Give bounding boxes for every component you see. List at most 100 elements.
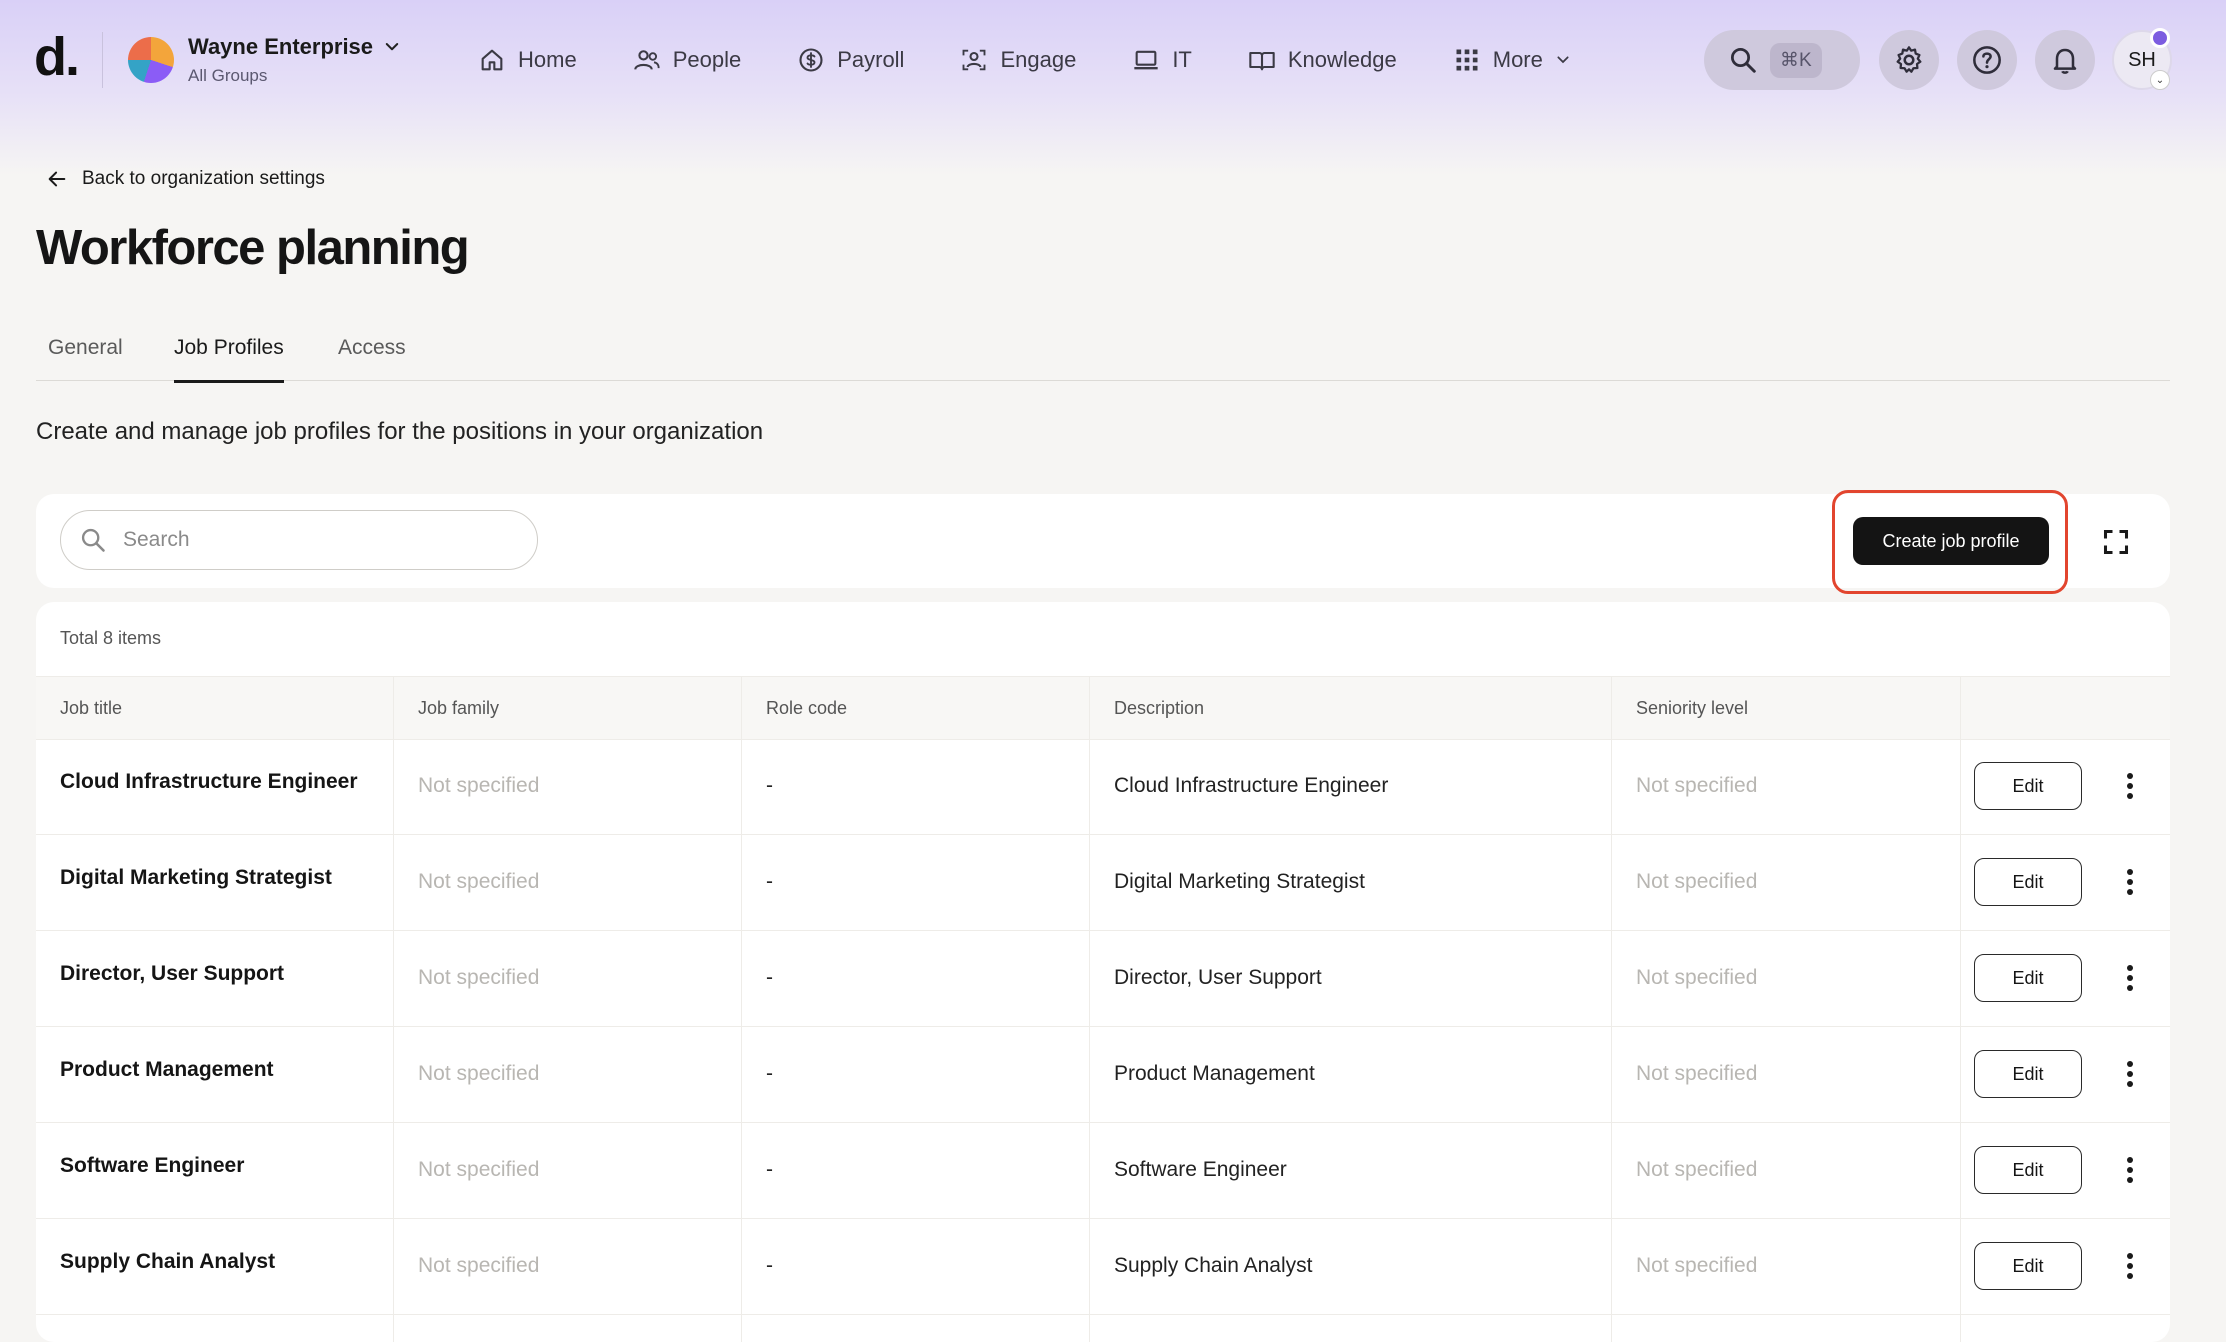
home-icon: [481, 49, 503, 71]
search-icon: [1731, 48, 1756, 73]
nav-label: Engage: [1000, 47, 1077, 72]
role-code-cell: -: [766, 1254, 773, 1277]
edit-button[interactable]: Edit: [1974, 1146, 2082, 1194]
page-title: Workforce planning: [36, 221, 470, 275]
role-code-cell: -: [766, 774, 773, 797]
nav-label: People: [672, 47, 742, 72]
job-family-cell: Not specified: [418, 966, 540, 989]
top-navigation-bar: [0, 0, 2226, 175]
tab-bar: General Job Profiles Access: [36, 330, 2170, 383]
search-shortcut: ⌘K: [1770, 42, 1822, 78]
seniority-cell: Not specified: [1636, 870, 1758, 893]
edit-button[interactable]: Edit: [1974, 762, 2082, 810]
table-row: Product Management Not specified - Produ…: [36, 1026, 2170, 1123]
job-family-cell: Not specified: [418, 1062, 540, 1085]
search-icon: [81, 528, 105, 552]
chevron-down-icon: [1557, 56, 1569, 64]
job-title-cell: Product Management: [60, 1058, 274, 1081]
more-options-icon[interactable]: [2126, 772, 2134, 800]
edit-button[interactable]: Edit: [1974, 1050, 2082, 1098]
table-row: Supply Chain Analyst Not specified - Sup…: [36, 1218, 2170, 1315]
more-options-icon[interactable]: [2126, 964, 2134, 992]
tab-access[interactable]: Access: [338, 336, 406, 380]
nav-item-payroll[interactable]: Payroll: [797, 42, 904, 78]
more-options-icon[interactable]: [2126, 1156, 2134, 1184]
tab-general[interactable]: General: [48, 336, 123, 380]
help-button[interactable]: [1957, 30, 2017, 90]
description-cell: Supply Chain Analyst: [1114, 1254, 1313, 1277]
status-dot: [2150, 28, 2170, 48]
grid-icon: [1456, 49, 1478, 71]
nav-label: More: [1492, 47, 1543, 72]
role-code-cell: -: [766, 966, 773, 989]
main-nav: Home People Payroll Engage IT Knowledge …: [478, 42, 1627, 78]
nav-item-home[interactable]: Home: [478, 42, 577, 78]
description-cell: Digital Marketing Strategist: [1114, 870, 1365, 893]
more-options-icon[interactable]: [2126, 868, 2134, 896]
book-icon: [1249, 51, 1275, 71]
back-link[interactable]: Back to organization settings: [46, 168, 325, 190]
description-cell: Software Engineer: [1114, 1158, 1287, 1181]
dollar-icon: [799, 48, 823, 72]
org-switcher[interactable]: Wayne Enterprise All Groups: [128, 34, 401, 86]
org-group-label: All Groups: [188, 66, 268, 85]
nav-label: Payroll: [837, 47, 905, 72]
page-description: Create and manage job profiles for the p…: [36, 418, 764, 445]
expand-icon[interactable]: [2102, 528, 2130, 556]
table-row: Director, User Support Not specified - D…: [36, 930, 2170, 1027]
more-options-icon[interactable]: [2126, 1060, 2134, 1088]
job-profiles-table: Total 8 items Job title Job family Role …: [36, 602, 2170, 1342]
table-row: Digital Marketing Strategist Not specifi…: [36, 834, 2170, 931]
role-code-cell: -: [766, 870, 773, 893]
org-avatar: [128, 37, 174, 83]
job-title-cell: Director, User Support: [60, 962, 285, 985]
gear-icon: [1896, 46, 1922, 73]
more-options-icon[interactable]: [2126, 1252, 2134, 1280]
nav-label: Home: [518, 47, 577, 72]
table-header: Job title Job family Role code Descripti…: [36, 676, 2170, 740]
job-title-cell: Supply Chain Analyst: [60, 1250, 276, 1273]
help-icon: [1973, 46, 2001, 74]
nav-item-people[interactable]: People: [633, 42, 742, 78]
create-job-profile-button[interactable]: Create job profile: [1853, 517, 2049, 565]
edit-button[interactable]: Edit: [1974, 858, 2082, 906]
job-title-cell: Software Engineer: [60, 1154, 245, 1177]
job-family-cell: Not specified: [418, 1254, 540, 1277]
table-row: Cloud Infrastructure Engineer Not specif…: [36, 738, 2170, 835]
notifications-button[interactable]: [2035, 30, 2095, 90]
back-link-label: Back to organization settings: [82, 168, 325, 189]
chevron-down-icon: ⌄: [2150, 70, 2170, 90]
nav-item-engage[interactable]: Engage: [960, 42, 1076, 78]
job-family-cell: Not specified: [418, 870, 540, 893]
edit-button[interactable]: Edit: [1974, 954, 2082, 1002]
role-code-cell: -: [766, 1062, 773, 1085]
job-family-cell: Not specified: [418, 774, 540, 797]
job-title-cell: Digital Marketing Strategist: [60, 866, 332, 889]
tab-job-profiles[interactable]: Job Profiles: [174, 336, 284, 383]
search-field[interactable]: [60, 510, 538, 570]
app-logo[interactable]: d.: [34, 30, 80, 84]
search-input[interactable]: [121, 527, 505, 553]
nav-label: IT: [1172, 47, 1192, 72]
nav-label: Knowledge: [1287, 47, 1397, 72]
column-header-description[interactable]: Description: [1114, 677, 1204, 739]
edit-button[interactable]: Edit: [1974, 1242, 2082, 1290]
description-cell: Director, User Support: [1114, 966, 1322, 989]
nav-item-knowledge[interactable]: Knowledge: [1248, 42, 1397, 78]
seniority-cell: Not specified: [1636, 1158, 1758, 1181]
column-header-role-code[interactable]: Role code: [766, 677, 847, 739]
job-family-cell: Not specified: [418, 1158, 540, 1181]
column-header-job-family[interactable]: Job family: [418, 677, 499, 739]
settings-button[interactable]: [1879, 30, 1939, 90]
column-header-seniority[interactable]: Seniority level: [1636, 677, 1748, 739]
nav-item-more[interactable]: More: [1453, 42, 1571, 78]
engage-icon: [963, 49, 986, 71]
column-header-job-title[interactable]: Job title: [60, 677, 122, 739]
chevron-down-icon: [385, 43, 399, 51]
nav-item-it[interactable]: IT: [1132, 42, 1192, 78]
people-icon: [633, 50, 660, 70]
seniority-cell: Not specified: [1636, 1062, 1758, 1085]
description-cell: Product Management: [1114, 1062, 1315, 1085]
global-search-button[interactable]: ⌘K: [1704, 30, 1860, 90]
job-title-cell: Cloud Infrastructure Engineer: [60, 770, 358, 793]
